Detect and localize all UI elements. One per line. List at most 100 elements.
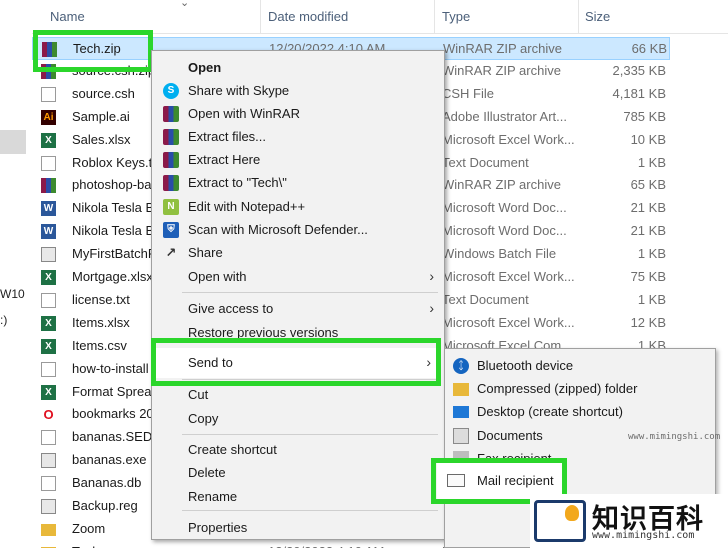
file-size: 65 KB	[630, 177, 666, 193]
nav-item-label[interactable]: :)	[0, 313, 7, 327]
file-type: WinRAR ZIP archive	[443, 41, 562, 56]
navigation-pane: W10 :)	[0, 0, 32, 548]
send-to-desktop[interactable]: Desktop (create shortcut)	[445, 400, 715, 423]
file-name: Tech	[72, 544, 99, 548]
chevron-right-icon: ›	[429, 268, 434, 284]
word-icon: W	[41, 224, 56, 240]
documents-icon	[453, 428, 469, 444]
file-name: Mortgage.xlsx	[72, 269, 153, 284]
text-file-icon	[41, 155, 56, 171]
nav-item-selected[interactable]	[0, 130, 26, 154]
file-type: Microsoft Excel Work...	[442, 131, 575, 147]
file-name: Tech.zip	[73, 41, 121, 56]
submenu-item-label: Mail recipient	[477, 473, 554, 488]
file-name: Backup.reg	[72, 498, 138, 513]
file-type: Microsoft Excel Work...	[442, 269, 575, 284]
file-name: photoshop-ba	[72, 177, 152, 193]
bluetooth-icon: ᛨ	[453, 358, 469, 374]
share-icon: ↗	[165, 245, 177, 260]
column-divider[interactable]	[434, 0, 435, 34]
file-name: MyFirstBatchFi	[72, 246, 159, 262]
file-type: Microsoft Word Doc...	[442, 223, 567, 239]
submenu-item-label: Bluetooth device	[477, 358, 574, 373]
send-to-bluetooth[interactable]: ᛨ Bluetooth device	[445, 354, 715, 377]
menu-separator	[182, 510, 438, 511]
menu-item-edit-notepad[interactable]: N Edit with Notepad++	[152, 195, 444, 218]
menu-item-label: Give access to	[188, 301, 274, 316]
context-menu: Open S Share with Skype Open with WinRAR…	[151, 50, 445, 540]
column-name[interactable]: Name	[50, 9, 85, 24]
column-date-modified[interactable]: Date modified	[268, 9, 348, 24]
chevron-right-icon: ›	[426, 354, 431, 370]
desktop-icon	[453, 406, 469, 418]
file-type: WinRAR ZIP archive	[442, 177, 561, 193]
file-name: Format Spread	[72, 383, 159, 399]
registry-icon	[41, 499, 56, 514]
file-size: 785 KB	[623, 108, 666, 124]
submenu-item-label: Desktop (create shortcut)	[477, 404, 623, 419]
menu-item-copy[interactable]: Copy	[152, 407, 444, 430]
menu-item-give-access[interactable]: Give access to ›	[152, 297, 444, 320]
menu-item-label: Extract Here	[188, 152, 261, 167]
menu-item-create-shortcut[interactable]: Create shortcut	[152, 438, 444, 461]
file-type: Adobe Illustrator Art...	[442, 108, 568, 124]
menu-item-label: Delete	[188, 465, 226, 480]
menu-item-label: Scan with Microsoft Defender...	[188, 222, 368, 237]
batch-file-icon	[41, 247, 56, 263]
column-header: ⌄ Name Date modified Type Size	[32, 0, 728, 34]
menu-item-label: Properties	[188, 520, 248, 535]
file-name: Roblox Keys.txt	[72, 154, 163, 170]
file-name: Sample.ai	[72, 108, 130, 124]
column-size[interactable]: Size	[585, 9, 610, 24]
menu-item-restore[interactable]: Restore previous versions	[152, 321, 444, 344]
menu-item-cut[interactable]: Cut	[152, 383, 444, 406]
file-size: 4,181 KB	[612, 85, 667, 101]
file-size: 21 KB	[630, 200, 666, 216]
menu-item-share-skype[interactable]: S Share with Skype	[152, 79, 444, 102]
winrar-icon	[41, 178, 56, 194]
winrar-icon	[41, 63, 56, 79]
menu-item-rename[interactable]: Rename	[152, 485, 444, 508]
menu-item-label: Extract to "Tech\"	[188, 175, 287, 190]
file-name: Nikola Tesla Bi	[72, 200, 158, 216]
menu-item-extract-here[interactable]: Extract Here	[152, 148, 444, 171]
menu-item-scan-defender[interactable]: ⛨ Scan with Microsoft Defender...	[152, 218, 444, 241]
file-size: 2,335 KB	[612, 62, 667, 78]
column-divider[interactable]	[578, 0, 579, 34]
menu-item-label: Rename	[188, 489, 238, 504]
menu-item-send-to[interactable]: Send to ›	[155, 348, 441, 378]
send-to-compressed-folder[interactable]: Compressed (zipped) folder	[445, 377, 715, 400]
winrar-icon	[42, 42, 57, 57]
file-size: 75 KB	[630, 269, 666, 284]
watermark-url: www.mimingshi.com	[592, 530, 695, 541]
menu-item-extract-files[interactable]: Extract files...	[152, 125, 444, 148]
menu-item-open[interactable]: Open	[152, 56, 444, 79]
menu-item-open-winrar[interactable]: Open with WinRAR	[152, 102, 444, 125]
menu-separator	[182, 292, 438, 293]
column-type[interactable]: Type	[442, 9, 470, 24]
menu-item-label: Restore previous versions	[188, 325, 339, 340]
file-name: Items.xlsx	[72, 314, 130, 330]
folder-icon	[41, 523, 56, 536]
excel-icon: X	[41, 132, 56, 148]
column-divider[interactable]	[260, 0, 261, 34]
file-size: 21 KB	[630, 223, 666, 239]
excel-icon: X	[41, 384, 56, 400]
file-type: CSH File	[442, 85, 495, 101]
menu-item-label: Open with WinRAR	[188, 106, 300, 121]
menu-item-extract-to[interactable]: Extract to "Tech\"	[152, 171, 444, 194]
nav-item-label[interactable]: W10	[0, 287, 25, 301]
menu-item-open-with[interactable]: Open with ›	[152, 265, 444, 288]
file-name: Sales.xlsx	[72, 131, 131, 147]
file-icon	[41, 430, 56, 446]
envelope-icon	[447, 474, 465, 487]
file-name: bananas.SED	[72, 429, 153, 445]
menu-item-delete[interactable]: Delete	[152, 461, 444, 484]
file-type: Microsoft Word Doc...	[442, 200, 567, 216]
file-type: Text Document	[442, 154, 529, 170]
menu-item-properties[interactable]: Properties	[152, 516, 444, 539]
file-name: bananas.exe	[72, 452, 147, 468]
menu-item-share[interactable]: ↗ Share	[152, 241, 444, 264]
excel-icon: X	[41, 338, 56, 354]
file-name: Nikola Tesla Bi	[72, 223, 158, 239]
